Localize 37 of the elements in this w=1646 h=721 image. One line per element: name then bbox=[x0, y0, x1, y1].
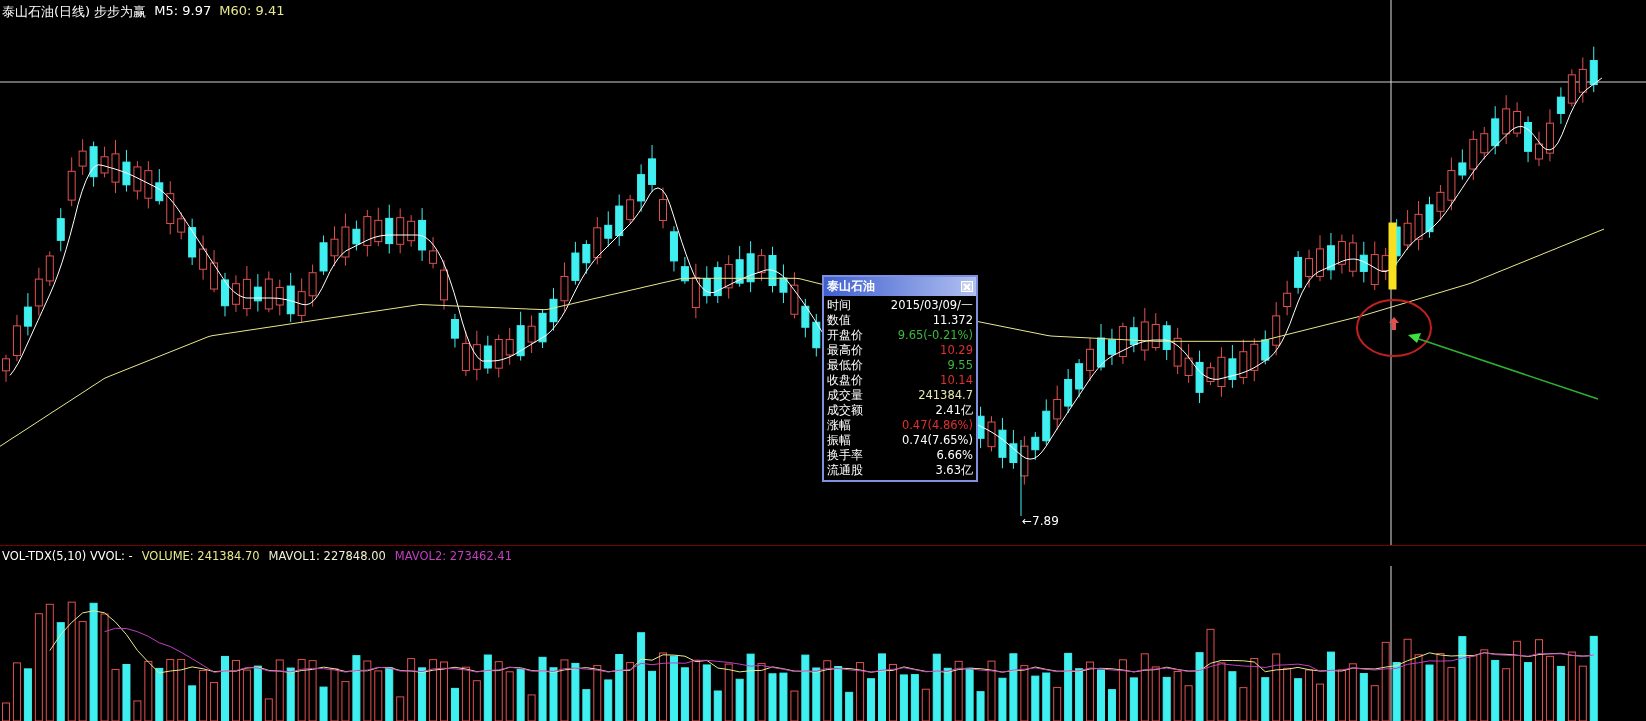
field-label: 涨幅 bbox=[827, 418, 852, 432]
indicator-value: MAVOL2: 273462.41 bbox=[394, 549, 512, 563]
low-price-label: ←7.89 bbox=[1022, 514, 1059, 528]
up-arrow-icon bbox=[1389, 317, 1399, 330]
field-value: 6.66% bbox=[935, 448, 973, 462]
chart-title: 泰山石油(日线) 步步为赢 bbox=[2, 3, 147, 21]
field-label: 时间 bbox=[827, 298, 852, 312]
indicator-value: VOL-TDX(5,10) VVOL: - bbox=[2, 549, 133, 563]
field-value: 10.29 bbox=[939, 343, 973, 357]
field-label: 换手率 bbox=[827, 448, 863, 462]
indicator-value: MAVOL1: 227848.00 bbox=[268, 549, 386, 563]
field-label: 振幅 bbox=[827, 433, 852, 447]
highlighted-candle bbox=[1388, 222, 1397, 290]
indicator-value: M5: 9.97 bbox=[154, 3, 212, 20]
field-value: 11.372 bbox=[931, 313, 973, 327]
field-label: 流通股 bbox=[827, 463, 863, 477]
field-value: 0.74(7.65%) bbox=[900, 433, 973, 447]
field-value: 0.47(4.86%) bbox=[900, 418, 973, 432]
field-value: 3.63亿 bbox=[934, 463, 973, 477]
field-label: 数值 bbox=[827, 313, 852, 327]
field-label: 成交额 bbox=[827, 403, 863, 417]
field-value: 9.65(-0.21%) bbox=[896, 328, 973, 342]
close-icon bbox=[963, 282, 971, 291]
field-label: 收盘价 bbox=[827, 373, 863, 387]
field-label: 开盘价 bbox=[827, 328, 863, 342]
field-value: 2.41亿 bbox=[934, 403, 973, 417]
field-label: 最低价 bbox=[827, 358, 863, 372]
field-value: 10.14 bbox=[939, 373, 973, 387]
field-label: 最高价 bbox=[827, 343, 863, 357]
indicator-value: M60: 9.41 bbox=[219, 3, 285, 20]
field-value: 241384.7 bbox=[917, 388, 973, 402]
close-button[interactable] bbox=[961, 281, 973, 292]
field-label: 成交量 bbox=[827, 388, 863, 402]
panel-title: 泰山石油 bbox=[827, 278, 875, 295]
field-value: 9.55 bbox=[946, 358, 973, 372]
indicator-value: VOLUME: 241384.70 bbox=[141, 549, 260, 563]
field-value: 2015/03/09/一 bbox=[889, 298, 973, 312]
